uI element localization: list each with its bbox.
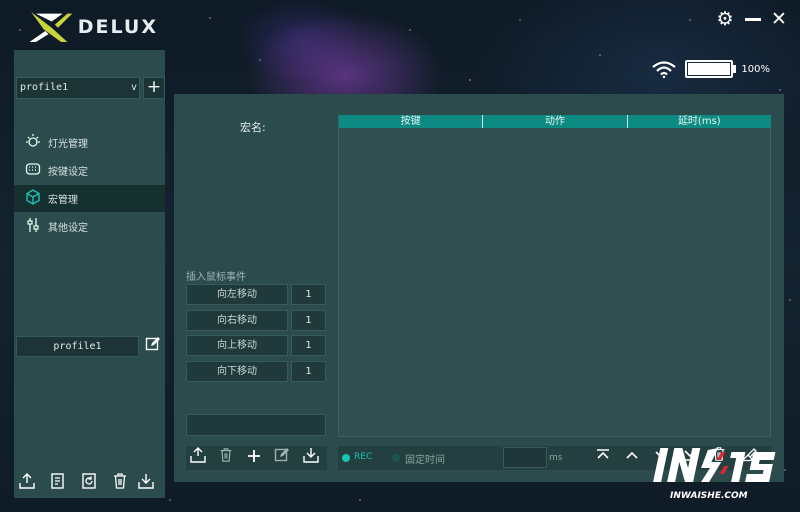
macro-table[interactable] [338, 115, 771, 437]
move-right-button[interactable]: 向右移动 [186, 310, 288, 331]
profile-select-value: profile1 [20, 82, 69, 93]
sliders-icon [18, 217, 48, 236]
settings-gear-icon[interactable]: ⚙ [714, 8, 736, 30]
sidebar-item-lighting[interactable]: 灯光管理 [14, 129, 165, 156]
import-icon[interactable] [186, 446, 210, 470]
move-down-button[interactable]: 向下移动 [186, 361, 288, 382]
move-up-icon[interactable] [619, 446, 645, 470]
macro-name-input[interactable] [186, 414, 326, 436]
notes-icon[interactable] [47, 472, 69, 494]
wifi-icon [652, 61, 677, 78]
move-up-value[interactable]: 1 [291, 335, 326, 356]
sidebar [14, 50, 165, 498]
battery-fill [688, 63, 731, 75]
delete-icon[interactable] [214, 446, 238, 470]
rec-label: REC [354, 452, 373, 462]
add-profile-button[interactable]: + [143, 77, 165, 99]
export-icon[interactable] [135, 472, 157, 494]
keyboard-icon [18, 161, 48, 180]
light-bulb-icon [18, 133, 48, 152]
sidebar-item-label: 宏管理 [48, 195, 78, 206]
device-status: 100% [651, 60, 770, 78]
chevron-down-icon: v [130, 82, 137, 93]
inwaishe-watermark: INWAISHE.COM [648, 440, 796, 504]
move-up-button[interactable]: 向上移动 [186, 335, 288, 356]
profile-name-field[interactable]: profile1 [16, 336, 139, 357]
sidebar-item-keys[interactable]: 按键设定 [14, 157, 165, 184]
add-icon[interactable] [242, 446, 266, 470]
sidebar-item-macro[interactable]: 宏管理 [14, 185, 165, 212]
fixed-time-radio[interactable] [392, 454, 400, 462]
edit-profile-icon[interactable] [143, 336, 163, 356]
fixed-time-label: 固定时间 [405, 455, 445, 466]
move-down-value[interactable]: 1 [291, 361, 326, 382]
save-icon[interactable] [299, 446, 323, 470]
column-header-delay: 延时(ms) [677, 116, 721, 127]
minimize-icon[interactable] [742, 8, 764, 30]
move-top-icon[interactable] [590, 446, 616, 470]
column-header-key: 按键 [339, 115, 484, 128]
rec-radio[interactable] [342, 454, 350, 462]
battery-icon [685, 60, 737, 78]
battery-percent: 100% [741, 63, 770, 75]
macro-name-label: 宏名: [240, 121, 266, 134]
delux-logo: DELUX [28, 6, 158, 48]
sidebar-item-other[interactable]: 其他设定 [14, 213, 165, 240]
macro-table-header: 按键 动作 延时(ms) [339, 115, 771, 128]
profile-select[interactable]: profile1 v [16, 77, 140, 99]
edit-icon[interactable] [270, 446, 294, 470]
move-right-value[interactable]: 1 [291, 310, 326, 331]
reset-icon[interactable] [78, 472, 100, 494]
delete-icon[interactable] [109, 472, 131, 494]
sidebar-item-label: 按键设定 [48, 167, 88, 178]
mouse-events-title: 插入鼠标事件 [186, 272, 246, 283]
sidebar-item-label: 其他设定 [48, 223, 88, 234]
close-icon[interactable]: ✕ [768, 8, 790, 30]
sidebar-item-label: 灯光管理 [48, 139, 88, 150]
move-left-value[interactable]: 1 [291, 284, 326, 305]
brand-name: DELUX [77, 16, 158, 38]
watermark-subtext: INWAISHE.COM [670, 491, 748, 501]
ms-unit-label: ms [549, 453, 563, 463]
import-icon[interactable] [16, 472, 38, 494]
column-header-action: 动作 [483, 115, 628, 128]
move-left-button[interactable]: 向左移动 [186, 284, 288, 305]
macro-cube-icon [18, 189, 48, 208]
delay-ms-input[interactable] [503, 447, 547, 468]
delux-x-logo-icon [29, 12, 73, 42]
